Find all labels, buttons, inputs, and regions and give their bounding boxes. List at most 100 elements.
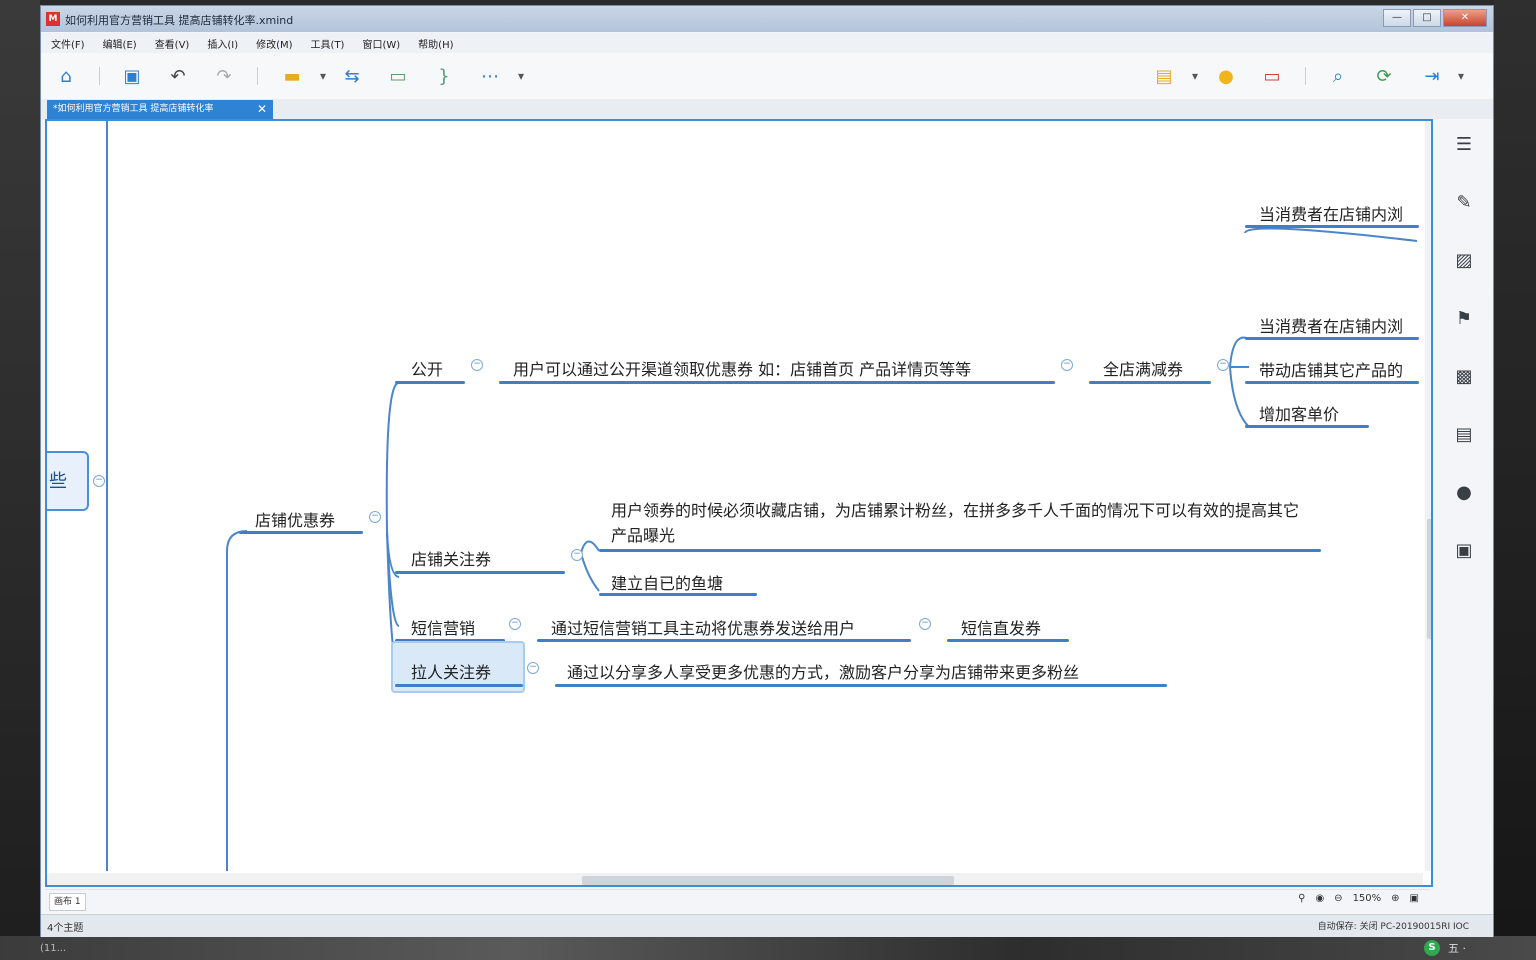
topic-store-coupon[interactable]: 店铺优惠券 — [255, 507, 335, 531]
central-topic[interactable]: 些 — [47, 451, 89, 511]
filter-icon[interactable]: ⚲ — [1298, 893, 1305, 904]
topic-icon[interactable]: ▬ — [279, 63, 305, 89]
collapse-icon[interactable]: − — [571, 549, 583, 561]
marker-flag-icon[interactable]: ⚑ — [1453, 307, 1475, 329]
tray-text: 五 · — [1448, 942, 1466, 955]
chevron-down-icon[interactable]: ▾ — [317, 63, 329, 89]
collapse-icon[interactable]: − — [509, 618, 521, 630]
topic-follow-coupon[interactable]: 店铺关注券 — [411, 546, 491, 570]
text-format-icon[interactable]: ▩ — [1453, 365, 1475, 387]
topic-underline — [947, 639, 1069, 642]
eye-icon[interactable]: ◉ — [1315, 893, 1324, 904]
minimize-button[interactable]: — — [1383, 9, 1411, 27]
topic-underline — [537, 639, 911, 642]
share-icon[interactable]: ⟳ — [1371, 63, 1397, 89]
toolbar-separator — [257, 67, 258, 85]
menu-edit[interactable]: 编辑(E) — [103, 36, 137, 51]
zoom-out-icon[interactable]: ⊖ — [1334, 893, 1342, 904]
menu-view[interactable]: 查看(V) — [155, 36, 190, 51]
sheet-tab[interactable]: 画布 1 — [49, 893, 86, 911]
desktop-left-edge — [0, 0, 40, 960]
mindmap-canvas[interactable]: 些 − 店铺优惠券 − 公开 − 用户可以通过公开渠道领取优惠券 如：店铺首页 … — [45, 119, 1433, 887]
relationship-icon[interactable]: ⇆ — [339, 63, 365, 89]
topic-own-pool[interactable]: 建立自已的鱼塘 — [611, 570, 723, 594]
summary-icon[interactable]: } — [431, 63, 457, 89]
topic-underline — [1245, 381, 1419, 384]
collapse-icon[interactable]: − — [471, 359, 483, 371]
chevron-down-icon[interactable]: ▾ — [1189, 63, 1201, 89]
chevron-down-icon[interactable]: ▾ — [515, 63, 527, 89]
topic-underline — [1089, 381, 1211, 384]
outline-list-icon[interactable]: ☰ — [1453, 133, 1475, 155]
more-icon[interactable]: ⋯ — [477, 63, 503, 89]
undo-icon[interactable]: ↶ — [165, 63, 191, 89]
topic-consumer-browse[interactable]: 当消费者在店铺内浏 — [1259, 201, 1403, 225]
chevron-down-icon[interactable]: ▾ — [1455, 63, 1467, 89]
zoom-level: 150% — [1352, 893, 1382, 904]
save-icon[interactable]: ▣ — [119, 63, 145, 89]
topic-underline — [1245, 337, 1419, 340]
toolbar: ⌂ ▣ ↶ ↷ ▬ ▾ ⇆ ▭ } ⋯ ▾ ▤ ▾ ● ▭ ⌕ ⟳ ⇥ ▾ — [41, 53, 1493, 100]
topic-invite-desc[interactable]: 通过以分享多人享受更多优惠的方式，激励客户分享为店铺带来更多粉丝 — [567, 659, 1079, 683]
fit-icon[interactable]: ▣ — [1410, 893, 1419, 904]
maximize-button[interactable]: □ — [1413, 9, 1441, 27]
tab-mindmap[interactable]: *如何利用官方营销工具 提高店铺转化率 ✕ — [47, 100, 273, 119]
boundary-icon[interactable]: ▭ — [385, 63, 411, 89]
xmind-logo-icon: M — [46, 12, 60, 26]
close-button[interactable]: ✕ — [1443, 9, 1487, 27]
collapse-icon[interactable]: − — [919, 618, 931, 630]
task-icon[interactable]: ▣ — [1453, 539, 1475, 561]
topic-underline — [599, 593, 757, 596]
xmind-window: M 如何利用官方营销工具 提高店铺转化率.xmind — □ ✕ 文件(F) 编… — [40, 5, 1494, 937]
topic-public[interactable]: 公开 — [411, 356, 443, 380]
taskbar-label: (11... — [40, 943, 67, 954]
notes-icon[interactable]: ▤ — [1453, 423, 1475, 445]
comment-icon[interactable]: ● — [1453, 481, 1475, 503]
topic-drive-products[interactable]: 带动店铺其它产品的 — [1259, 357, 1403, 381]
zoom-in-icon[interactable]: ⊕ — [1391, 893, 1399, 904]
close-icon[interactable]: ✕ — [257, 100, 267, 119]
input-method-icon[interactable]: S — [1424, 940, 1440, 956]
system-tray: S 五 · — [1424, 938, 1466, 958]
outline-icon[interactable]: ▭ — [1259, 63, 1285, 89]
presentation-icon[interactable]: ▤ — [1151, 63, 1177, 89]
vertical-scrollbar[interactable] — [1425, 121, 1431, 871]
topic-increase-price[interactable]: 增加客单价 — [1259, 401, 1339, 425]
autosave-status: 自动保存: 关闭 PC-20190015RI IOC — [1317, 922, 1469, 932]
menu-insert[interactable]: 插入(I) — [207, 36, 238, 51]
redo-icon[interactable]: ↷ — [211, 63, 237, 89]
collapse-icon[interactable]: − — [1217, 359, 1229, 371]
image-icon[interactable]: ▨ — [1453, 249, 1475, 271]
scrollbar-thumb[interactable] — [1427, 519, 1431, 639]
collapse-icon[interactable]: − — [369, 511, 381, 523]
collapse-icon[interactable]: − — [1061, 359, 1073, 371]
topic-consumer-browse[interactable]: 当消费者在店铺内浏 — [1259, 313, 1403, 337]
menu-window[interactable]: 窗口(W) — [362, 36, 400, 51]
status-bar: 4个主题 自动保存: 关闭 PC-20190015RI IOC — [41, 914, 1493, 937]
topic-storewide-discount[interactable]: 全店满减券 — [1103, 356, 1183, 380]
menu-file[interactable]: 文件(F) — [51, 36, 85, 51]
topic-underline — [599, 549, 1321, 552]
scrollbar-thumb[interactable] — [582, 876, 954, 885]
export-icon[interactable]: ⇥ — [1419, 63, 1445, 89]
topic-sms-direct[interactable]: 短信直发券 — [961, 615, 1041, 639]
format-brush-icon[interactable]: ✎ — [1453, 191, 1475, 213]
collapse-icon[interactable]: − — [527, 662, 539, 674]
menu-tools[interactable]: 工具(T) — [311, 36, 345, 51]
topic-public-desc[interactable]: 用户可以通过公开渠道领取优惠券 如：店铺首页 产品详情页等等 — [513, 356, 971, 380]
menu-help[interactable]: 帮助(H) — [418, 36, 453, 51]
idea-icon[interactable]: ● — [1213, 63, 1239, 89]
topic-underline — [395, 571, 565, 574]
topic-invite-coupon[interactable]: 拉人关注券 — [411, 659, 491, 683]
collapse-icon[interactable]: − — [93, 475, 105, 487]
topic-follow-desc[interactable]: 用户领券的时候必须收藏店铺，为店铺累计粉丝，在拼多多千人千面的情况下可以有效的提… — [611, 498, 1311, 548]
topic-sms-desc[interactable]: 通过短信营销工具主动将优惠券发送给用户 — [551, 615, 855, 639]
zoom-icon[interactable]: ⌕ — [1325, 63, 1351, 89]
title-bar: M 如何利用官方营销工具 提高店铺转化率.xmind — □ ✕ — [41, 6, 1493, 32]
menu-modify[interactable]: 修改(M) — [256, 36, 292, 51]
horizontal-scrollbar[interactable] — [47, 873, 1423, 885]
topic-sms-marketing[interactable]: 短信营销 — [411, 615, 475, 639]
desktop-right-edge — [1494, 0, 1536, 960]
home-icon[interactable]: ⌂ — [53, 63, 79, 89]
editor-tabs: *如何利用官方营销工具 提高店铺转化率 ✕ — [41, 99, 1493, 119]
